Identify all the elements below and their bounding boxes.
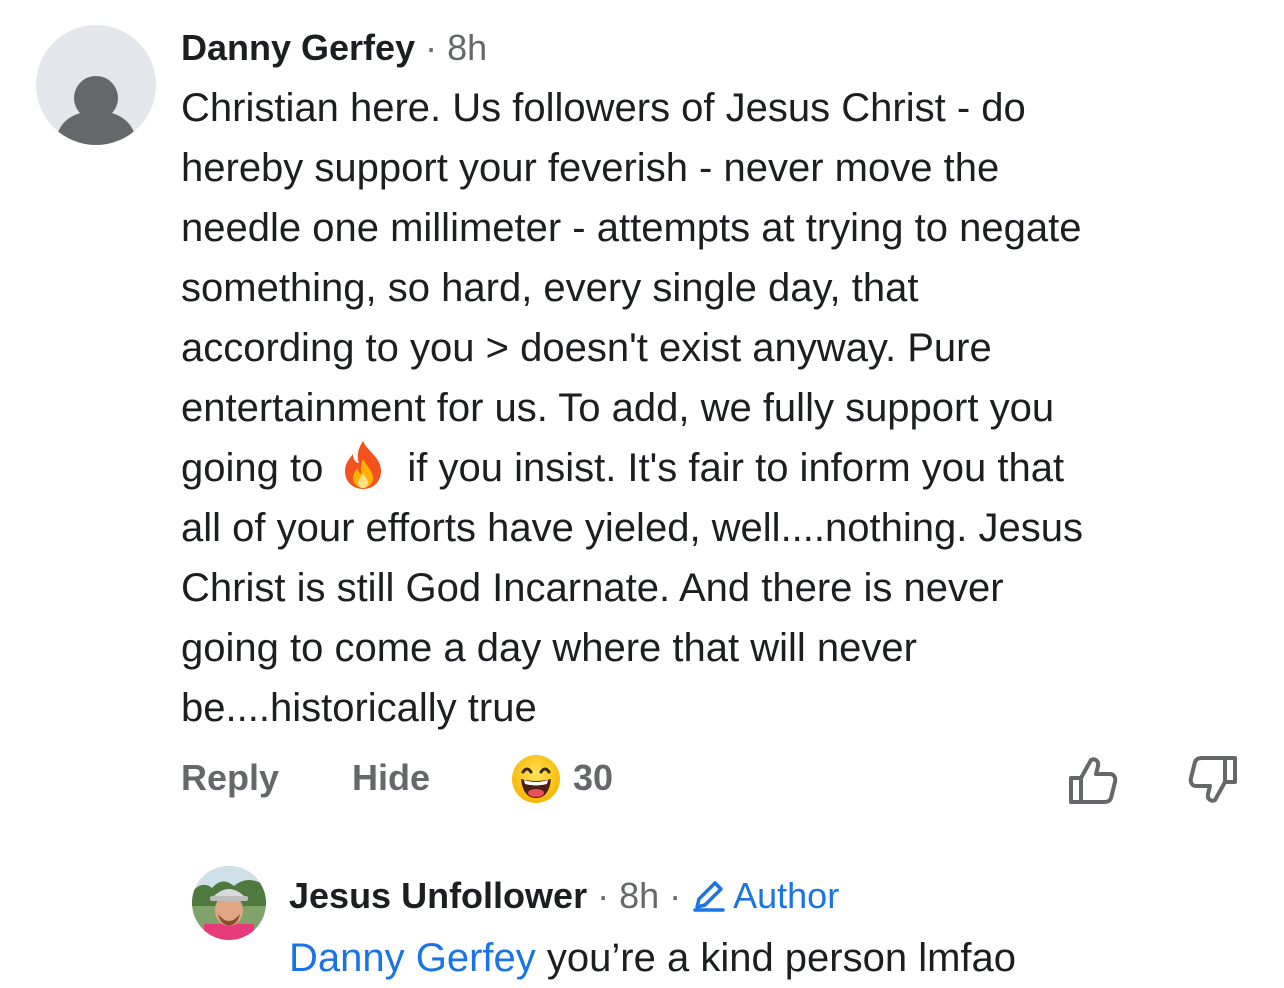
comment-line: hereby support your feverish - never mov… [181, 146, 1000, 190]
comment-line: according to you > doesn't exist anyway.… [181, 326, 992, 370]
comment-line: entertainment for us. To add, we fully s… [181, 386, 1055, 430]
comment-text-after-emoji: if you insist. It's fair to inform you t… [407, 446, 1065, 490]
reply-text: you’re a kind person lmfao [535, 936, 1017, 980]
comment-body: Christian here. Us followers of Jesus Ch… [181, 78, 1261, 738]
comment-text-before-emoji: going to [181, 446, 324, 490]
comment-actions: Reply Hide 30 [181, 748, 1241, 808]
reply-separator: · [659, 875, 692, 916]
reply-header: Jesus Unfollower · 8h · Author [289, 874, 839, 918]
profile-photo [192, 866, 266, 940]
reply-author-avatar[interactable] [192, 866, 266, 940]
default-avatar[interactable] [36, 25, 156, 145]
hide-button[interactable]: Hide [352, 754, 430, 802]
comment-line: going to come a day where that will neve… [181, 626, 917, 670]
reply-body: Danny Gerfey you’re a kind person lmfao [289, 930, 1016, 986]
comment-line: be....historically true [181, 686, 537, 730]
pencil-icon [693, 881, 725, 912]
mention-link[interactable]: Danny Gerfey [289, 936, 536, 980]
reply-author-name[interactable]: Jesus Unfollower [289, 875, 587, 916]
person-silhouette-icon [56, 76, 136, 145]
comment-author-name[interactable]: Danny Gerfey [181, 27, 415, 68]
reaction-count: 30 [573, 757, 614, 798]
reply-timestamp[interactable]: 8h [619, 875, 659, 916]
grinning-face-emoji-icon [512, 755, 560, 803]
comment-line: needle one millimeter - attempts at tryi… [181, 206, 1082, 250]
thumbs-down-icon[interactable] [1185, 752, 1241, 808]
comment-line: Christ is still God Incarnate. And there… [181, 566, 1004, 610]
reply-separator: · [587, 875, 620, 916]
comment-timestamp[interactable]: 8h [447, 27, 487, 68]
comment-header: Danny Gerfey · 8h [181, 26, 487, 70]
comment-line-with-emoji: going to if you insist. It's fair to inf… [181, 438, 1261, 498]
comment-line: all of your efforts have yieled, well...… [181, 506, 1083, 550]
comment-line: Christian here. Us followers of Jesus Ch… [181, 86, 1026, 130]
author-badge: Author [733, 875, 840, 916]
thumbs-up-icon[interactable] [1065, 752, 1121, 808]
comment-line: something, so hard, every single day, th… [181, 266, 919, 310]
comment-separator: · [415, 27, 448, 68]
fire-emoji-icon [345, 441, 382, 489]
reply-button[interactable]: Reply [181, 754, 279, 802]
